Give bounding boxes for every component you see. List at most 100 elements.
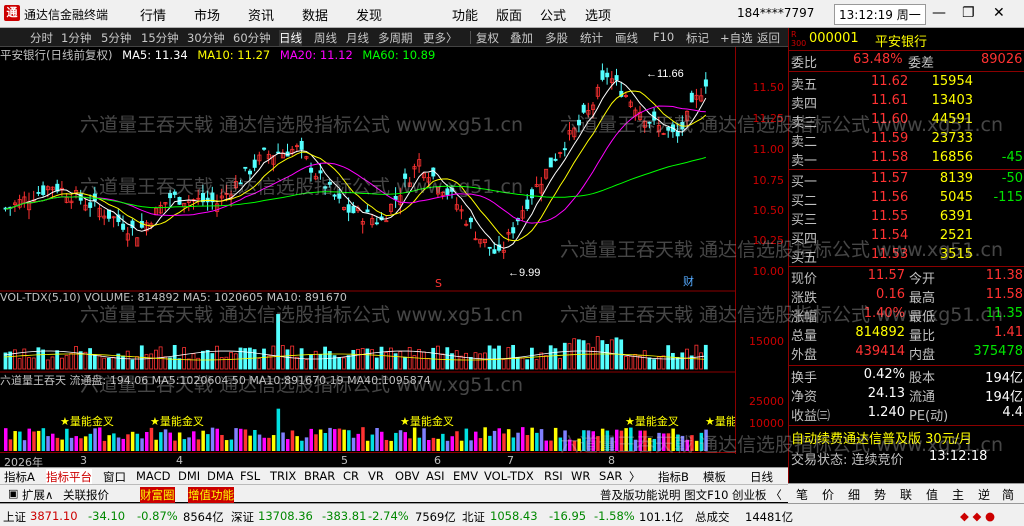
btn-zhi[interactable]: 值 <box>926 486 938 503</box>
quote-label: 内盘 <box>909 348 936 363</box>
tab-vr[interactable]: VR <box>368 469 384 483</box>
minimize-icon[interactable]: — <box>932 5 946 21</box>
btn-shi[interactable]: 势 <box>874 486 886 503</box>
tab-wr[interactable]: WR <box>571 469 590 483</box>
tab-expand[interactable]: 扩展∧ <box>22 487 53 503</box>
tb-f10[interactable]: F10 <box>653 30 674 44</box>
quote-row: 涨幅 1.40% 最低 11.35 <box>789 306 1024 325</box>
btn-xi[interactable]: 细 <box>848 486 860 503</box>
volume-bar <box>558 358 562 370</box>
ma5-line <box>5 79 707 249</box>
btn-jian[interactable]: 简 <box>1002 486 1014 503</box>
tab-dmi[interactable]: DMI <box>178 469 200 483</box>
expand-icon[interactable]: ▣ <box>8 487 18 500</box>
menu-shichang[interactable]: 市场 <box>194 5 220 24</box>
volume-bar <box>116 353 121 370</box>
liudao-bar <box>478 438 483 451</box>
date-label: 6 <box>434 454 441 467</box>
liudao-bar <box>215 428 219 451</box>
bz-label[interactable]: 北证 <box>462 509 485 525</box>
tb-diejia[interactable]: 叠加 <box>510 30 533 46</box>
sz-label[interactable]: 深证 <box>231 509 254 525</box>
menu-faxian[interactable]: 发现 <box>356 5 382 24</box>
liudao-bar <box>248 435 252 451</box>
ask-label: 卖一 <box>791 154 818 169</box>
volume-bar <box>445 347 450 370</box>
menu-banmian[interactable]: 版面 <box>496 5 522 24</box>
tab-value-added[interactable]: 增值功能 <box>188 487 234 503</box>
tab-brar[interactable]: BRAR <box>304 469 335 483</box>
tab-template[interactable]: 模板 <box>703 469 726 485</box>
tb-add-watchlist[interactable]: +自选 <box>720 30 753 46</box>
candle-body <box>445 188 450 195</box>
liudao-bar <box>502 433 506 451</box>
volume-bar <box>525 359 530 370</box>
tab-asi[interactable]: ASI <box>426 469 445 483</box>
tb-1min[interactable]: 1分钟 <box>61 30 91 46</box>
liudao-bar <box>375 428 379 451</box>
stat-label: 换手 <box>791 371 818 386</box>
tab-zhibiao-b[interactable]: 指标B <box>658 469 689 485</box>
tb-duogu[interactable]: 多股 <box>545 30 568 46</box>
sh-label[interactable]: 上证 <box>3 509 26 525</box>
tab-related-quotes[interactable]: 关联报价 <box>63 487 109 503</box>
tb-multi-period[interactable]: 多周期 <box>378 30 413 46</box>
maximize-icon[interactable]: ❐ <box>962 5 975 21</box>
tb-more[interactable]: 更多〉 <box>423 30 458 46</box>
tab-macd[interactable]: MACD <box>136 469 170 483</box>
user-id[interactable]: 184****7797 <box>737 6 814 20</box>
tab-zhibiao-a[interactable]: 指标A <box>4 469 35 485</box>
tab-emv[interactable]: EMV <box>453 469 478 483</box>
tab-window[interactable]: 窗口 <box>103 469 126 485</box>
volume-bar <box>125 350 130 370</box>
tab-sar[interactable]: SAR <box>599 469 622 483</box>
sz-amount: 7569亿 <box>415 510 456 524</box>
candle-body <box>374 222 379 225</box>
tab-next[interactable]: 〉 <box>629 469 641 485</box>
tb-fenshi[interactable]: 分时 <box>30 30 53 46</box>
candle-body <box>346 204 351 213</box>
menu-gongshi[interactable]: 公式 <box>540 5 566 24</box>
tb-huaxian[interactable]: 画线 <box>615 30 638 46</box>
tab-fsl[interactable]: FSL <box>240 469 260 483</box>
tb-15min[interactable]: 15分钟 <box>141 30 179 46</box>
tb-60min[interactable]: 60分钟 <box>233 30 271 46</box>
tab-right-links[interactable]: 普及版功能说明 图文F10 创业板 〈 <box>600 487 782 503</box>
tb-30min[interactable]: 30分钟 <box>187 30 225 46</box>
liudao-bar <box>41 428 46 451</box>
notice-row[interactable]: 自动续费通达信普及版 30元/月 <box>789 428 1024 447</box>
menu-hangqing[interactable]: 行情 <box>140 5 166 24</box>
menu-shuju[interactable]: 数据 <box>302 5 328 24</box>
tb-tongji[interactable]: 统计 <box>580 30 603 46</box>
btn-bi[interactable]: 笔 <box>796 486 808 503</box>
btn-zhu[interactable]: 主 <box>952 486 964 503</box>
liudao-bar <box>27 428 31 451</box>
volume-bar <box>55 350 60 370</box>
tb-5min[interactable]: 5分钟 <box>101 30 131 46</box>
btn-lian[interactable]: 联 <box>900 486 912 503</box>
tb-month[interactable]: 月线 <box>346 30 369 46</box>
tab-rsi[interactable]: RSI <box>544 469 563 483</box>
tb-day[interactable]: 日线 <box>279 30 302 46</box>
tb-fuquan[interactable]: 复权 <box>476 30 499 46</box>
quote-label: 最低 <box>909 310 936 325</box>
kline-chart[interactable]: ←11.66 ←9.99 S 财 ★量能金叉 ★量能金叉 ★量能金叉 ★量能金叉 ★量能 <box>0 47 735 453</box>
liudao-bar <box>450 436 454 451</box>
menu-xuanxiang[interactable]: 选项 <box>585 5 611 24</box>
tab-caifu[interactable]: 财富圈 <box>140 487 175 503</box>
menu-gongneng[interactable]: 功能 <box>452 5 478 24</box>
btn-jia[interactable]: 价 <box>822 486 834 503</box>
liudao-bar <box>177 432 182 451</box>
btn-ni[interactable]: 逆 <box>978 486 990 503</box>
tab-obv[interactable]: OBV <box>395 469 419 483</box>
tab-vol-tdx[interactable]: VOL-TDX <box>484 469 534 483</box>
tab-zhibiao-platform[interactable]: 指标平台 <box>46 469 92 485</box>
tab-trix[interactable]: TRIX <box>270 469 296 483</box>
tab-cr[interactable]: CR <box>343 469 359 483</box>
close-icon[interactable]: ✕ <box>993 5 1005 21</box>
tb-biaoji[interactable]: 标记 <box>686 30 709 46</box>
menu-zixun[interactable]: 资讯 <box>248 5 274 24</box>
tab-dma[interactable]: DMA <box>207 469 234 483</box>
tb-back[interactable]: 返回 <box>757 30 780 46</box>
tb-week[interactable]: 周线 <box>314 30 337 46</box>
